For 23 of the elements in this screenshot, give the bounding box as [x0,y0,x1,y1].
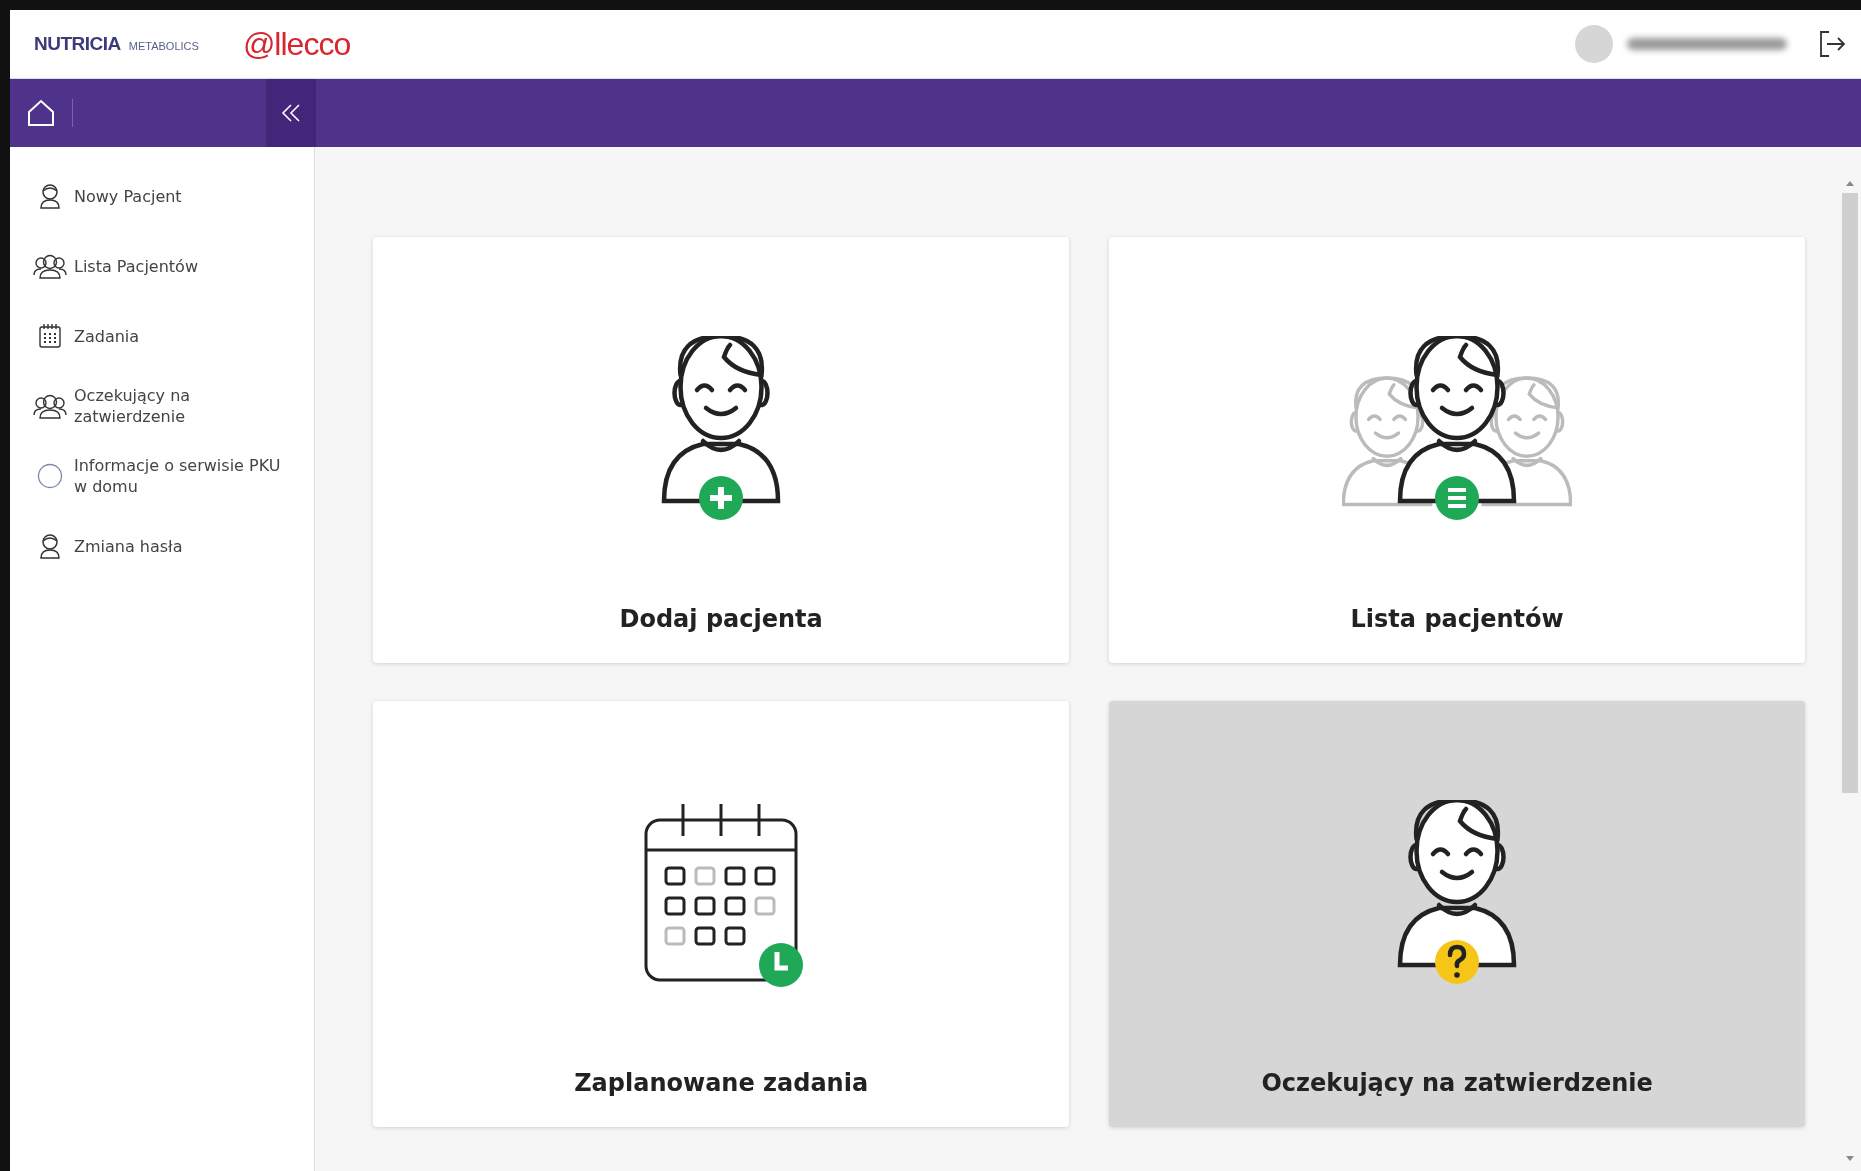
sidebar-item[interactable]: Informacje o serwisie PKU w domu [10,441,315,511]
partner-logo: @llecco [242,25,351,63]
dashboard-card[interactable]: Dodaj pacjenta [373,237,1070,663]
person-icon [39,533,61,559]
calendar-icon [38,323,62,349]
group-icon [33,253,67,279]
dashboard-card[interactable]: Lista pacjentów [1109,237,1806,663]
sidebar-item[interactable]: Zmiana hasła [10,511,315,581]
scroll-down-icon[interactable] [1845,1155,1856,1163]
logout-icon[interactable] [1817,29,1847,59]
sidebar-item[interactable]: Lista Pacjentów [10,231,315,301]
collapse-sidebar-icon[interactable] [266,79,316,147]
person-icon [39,183,61,209]
dashboard-card[interactable]: Zaplanowane zadania [373,701,1070,1127]
sidebar-item[interactable]: Oczekujący na zatwierdzenie [10,371,315,441]
sidebar-item[interactable]: Nowy Pacjent [10,161,315,231]
home-icon[interactable] [26,98,56,128]
brand-logo: NUTRICIA METABOLICS [34,33,199,55]
dashboard-card[interactable]: Oczekujący na zatwierdzenie [1109,701,1806,1127]
circle-icon [37,463,63,489]
scroll-up-icon[interactable] [1845,179,1856,187]
group-icon [33,393,67,419]
sidebar-item[interactable]: Zadania [10,301,315,371]
